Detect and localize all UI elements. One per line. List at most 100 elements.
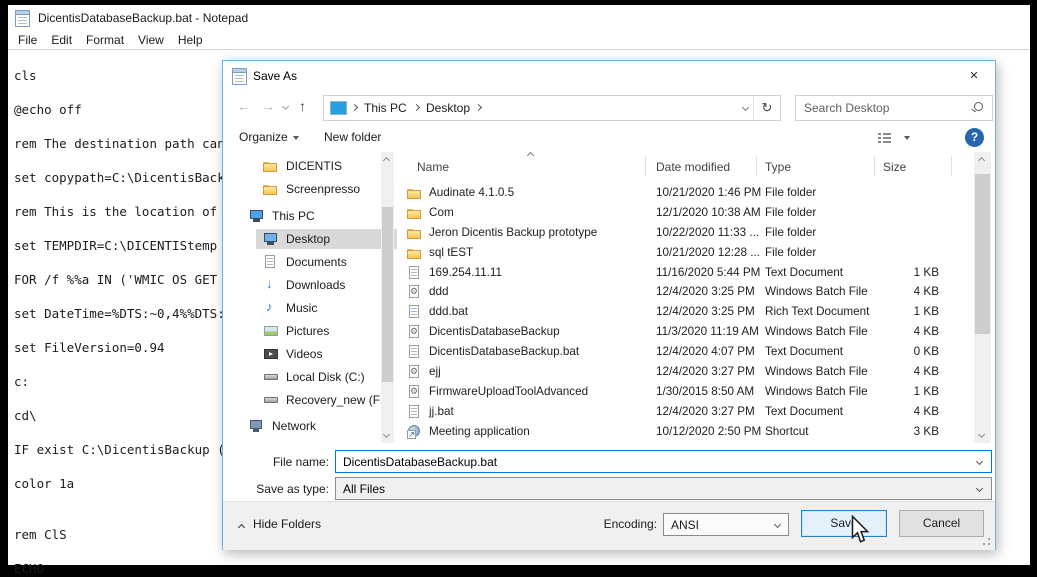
file-name-input[interactable]: DicentisDatabaseBackup.bat <box>335 450 992 473</box>
file-row[interactable]: DicentisDatabaseBackup.bat 12/4/2020 4:0… <box>401 342 974 362</box>
save-as-type-select[interactable]: All Files <box>335 477 992 500</box>
dialog-titlebar[interactable]: Save As × <box>223 61 995 91</box>
sidebar-item[interactable]: Pictures <box>223 321 397 341</box>
sidebar-item-icon <box>263 231 279 247</box>
column-divider <box>874 156 875 176</box>
view-options-icon[interactable] <box>878 133 891 144</box>
file-icon <box>407 304 423 320</box>
dialog-title: Save As <box>253 69 297 83</box>
sidebar-item[interactable]: Recovery_new (F:) <box>223 390 397 410</box>
up-button[interactable]: ↑ <box>299 98 306 114</box>
file-row[interactable]: DicentisDatabaseBackup 11/3/2020 11:19 A… <box>401 322 974 342</box>
encoding-value: ANSI <box>671 518 699 532</box>
save-as-type-value: All Files <box>343 482 385 496</box>
back-button[interactable]: ← <box>237 98 251 114</box>
scroll-up-icon[interactable] <box>978 157 985 164</box>
column-header-size[interactable]: Size <box>883 160 906 174</box>
save-as-type-label: Save as type: <box>223 482 329 496</box>
address-bar[interactable]: This PC Desktop ↻ <box>323 95 781 121</box>
sidebar-scrollbar[interactable] <box>381 152 394 443</box>
menu-item[interactable]: View <box>138 33 164 47</box>
address-dropdown-chevron-icon[interactable] <box>742 104 749 111</box>
this-pc-icon <box>330 101 347 115</box>
file-name: 169.254.11.11 <box>429 266 502 279</box>
new-folder-button[interactable]: New folder <box>324 130 381 144</box>
menu-item[interactable]: Edit <box>51 33 72 47</box>
menu-item[interactable]: Help <box>178 33 203 47</box>
help-icon[interactable]: ? <box>965 128 984 147</box>
file-row[interactable]: Jeron Dicentis Backup prototype 10/22/20… <box>401 223 974 243</box>
sidebar-item-icon <box>249 208 265 224</box>
file-icon <box>407 364 423 380</box>
column-header-name[interactable]: Name <box>417 160 449 174</box>
file-row[interactable]: 169.254.11.11 11/16/2020 5:44 PM Text Do… <box>401 263 974 283</box>
sidebar-item[interactable]: Music <box>223 298 397 318</box>
view-options-caret-icon[interactable] <box>904 136 910 140</box>
cancel-button[interactable]: Cancel <box>899 510 984 537</box>
file-row[interactable]: ddd 12/4/2020 3:25 PM Windows Batch File… <box>401 282 974 302</box>
file-row[interactable]: jj.bat 12/4/2020 3:27 PM Text Document 4… <box>401 402 974 422</box>
sidebar-item[interactable]: Documents <box>223 252 397 272</box>
chevron-down-icon[interactable] <box>976 485 983 492</box>
file-size: 4 KB <box>821 285 939 298</box>
scrollbar-thumb[interactable] <box>382 207 393 382</box>
scroll-up-icon[interactable] <box>383 157 390 164</box>
breadcrumb-desktop[interactable]: Desktop <box>426 101 470 115</box>
organize-button[interactable]: Organize <box>239 130 299 144</box>
menu-item[interactable]: Format <box>86 33 124 47</box>
file-name: Com <box>429 206 454 219</box>
breadcrumb-this-pc[interactable]: This PC <box>364 101 407 115</box>
encoding-select[interactable]: ANSI <box>663 513 789 536</box>
recent-locations-chevron-icon[interactable] <box>282 103 289 110</box>
dialog-footer: Hide Folders Encoding: ANSI Save Cancel <box>223 501 995 550</box>
file-row[interactable]: Audinate 4.1.0.5 10/21/2020 1:46 PM File… <box>401 183 974 203</box>
file-size: 0 KB <box>821 345 939 358</box>
close-button[interactable]: × <box>953 61 995 90</box>
save-button[interactable]: Save <box>801 510 887 537</box>
chevron-down-icon[interactable] <box>976 458 983 465</box>
file-size: 1 KB <box>821 385 939 398</box>
file-row[interactable]: ddd.bat 12/4/2020 3:25 PM Rich Text Docu… <box>401 302 974 322</box>
file-row[interactable]: FirmwareUploadToolAdvanced 1/30/2015 8:5… <box>401 382 974 402</box>
menu-item[interactable]: File <box>18 33 37 47</box>
file-list-header: Name Date modified Type Size <box>401 152 974 180</box>
column-header-type[interactable]: Type <box>765 160 791 174</box>
file-list-scrollbar[interactable] <box>974 152 991 443</box>
file-icon <box>407 284 423 300</box>
hide-folders-button[interactable]: Hide Folders <box>239 517 321 531</box>
file-row[interactable]: sql tEST 10/21/2020 12:28 ... File folde… <box>401 243 974 263</box>
save-as-dialog: Save As × ← → ↑ This PC Desktop ↻ Search… <box>222 60 996 550</box>
dialog-toolbar: Organize New folder ? <box>223 123 995 153</box>
sidebar-item[interactable]: Local Disk (C:) <box>223 367 397 387</box>
scroll-down-icon[interactable] <box>978 431 985 438</box>
file-size: 4 KB <box>821 405 939 418</box>
file-row[interactable]: Com 12/1/2020 10:38 AM File folder <box>401 203 974 223</box>
file-name-value: DicentisDatabaseBackup.bat <box>343 455 497 469</box>
sidebar-item[interactable]: Screenpresso <box>223 179 397 199</box>
sidebar-item[interactable]: Videos <box>223 344 397 364</box>
sidebar-item[interactable]: Desktop <box>223 229 397 249</box>
scrollbar-thumb[interactable] <box>975 174 990 334</box>
sidebar-item[interactable]: DICENTIS <box>223 156 397 176</box>
refresh-button[interactable]: ↻ <box>753 96 780 120</box>
forward-button[interactable]: → <box>261 98 275 114</box>
sidebar-item-icon <box>263 392 279 408</box>
notepad-titlebar[interactable]: DicentisDatabaseBackup.bat - Notepad <box>8 5 1030 31</box>
file-row[interactable]: ejj 12/4/2020 3:27 PM Windows Batch File… <box>401 362 974 382</box>
file-name: jj.bat <box>429 405 454 418</box>
file-list: Name Date modified Type Size Audinate 4.… <box>401 152 974 443</box>
sidebar-item[interactable]: Network <box>223 416 397 436</box>
sidebar-item[interactable]: Downloads <box>223 275 397 295</box>
sidebar-item[interactable]: This PC <box>223 206 397 226</box>
scroll-down-icon[interactable] <box>383 431 390 438</box>
search-box[interactable]: Search Desktop <box>795 95 993 121</box>
file-icon <box>407 404 423 420</box>
file-type: File folder <box>765 186 816 199</box>
notepad-content[interactable]: cls @echo off rem The destination path c… <box>14 67 240 577</box>
sidebar-item-label: This PC <box>272 209 315 223</box>
column-header-date[interactable]: Date modified <box>656 160 730 174</box>
file-row[interactable]: Meeting application 10/12/2020 2:50 PM S… <box>401 422 974 442</box>
sidebar-item-label: Desktop <box>286 232 330 246</box>
sidebar-item-label: Music <box>286 301 317 315</box>
resize-grip[interactable] <box>988 543 990 545</box>
